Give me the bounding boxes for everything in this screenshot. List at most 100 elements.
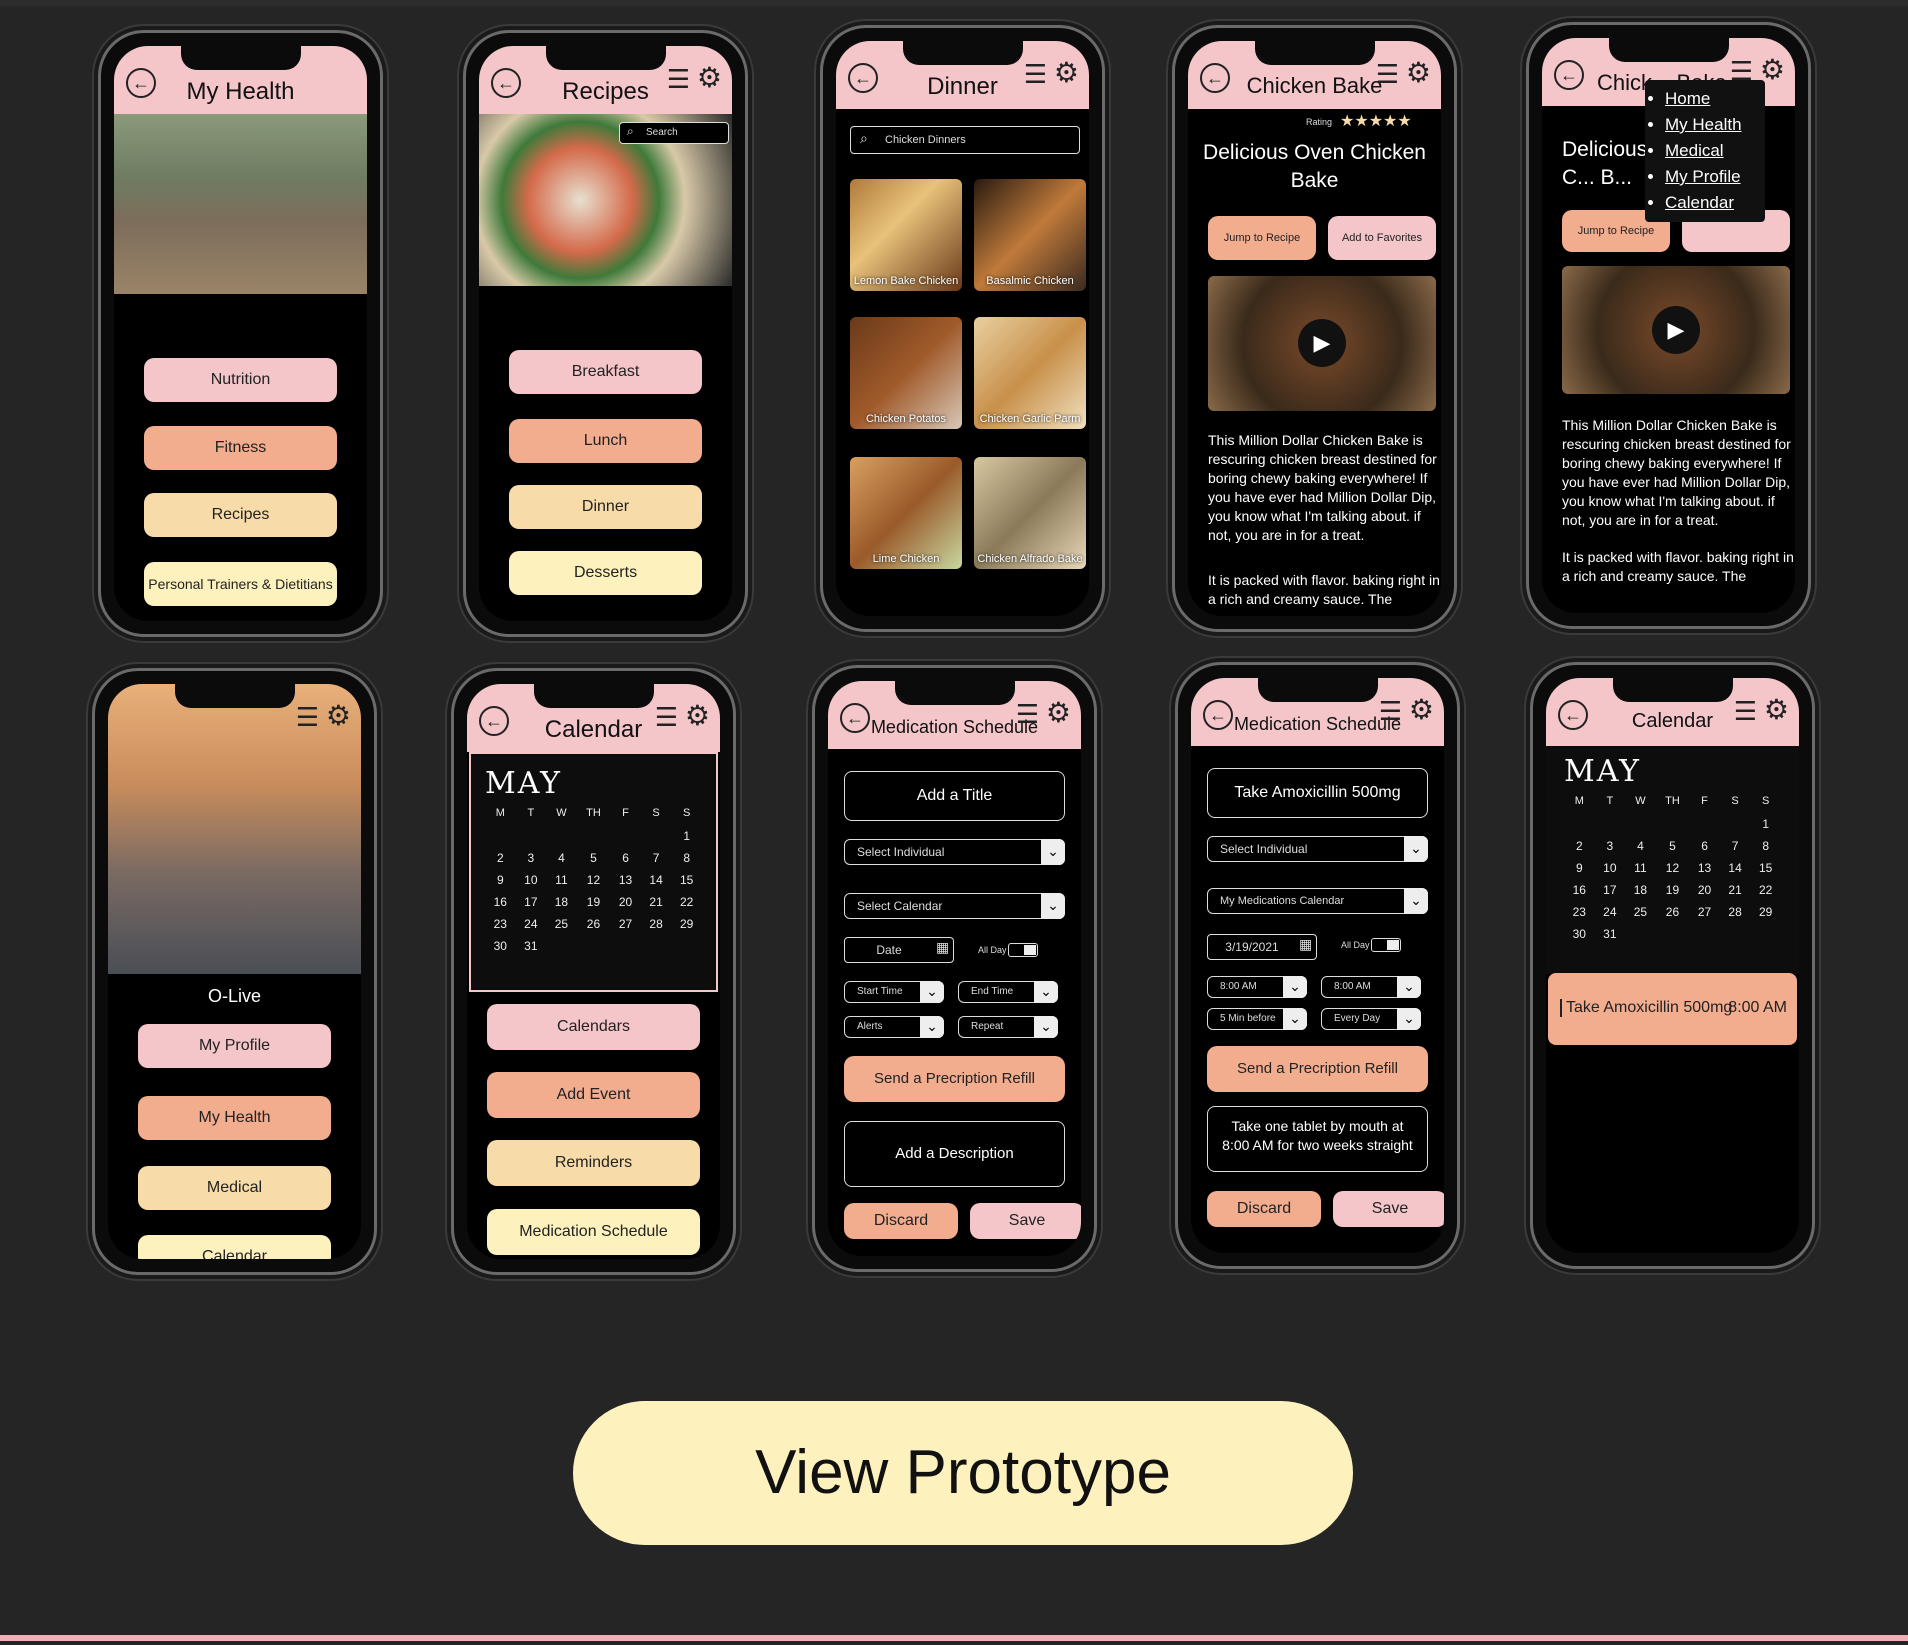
calendar-icon[interactable]: ▦ [936, 939, 949, 956]
nutrition-button[interactable]: Nutrition [144, 358, 337, 402]
send-refill-button[interactable]: Send a Precription Refill [844, 1056, 1065, 1102]
calendar-day[interactable]: 20 [610, 891, 641, 913]
calendar-day[interactable]: 13 [1689, 857, 1720, 879]
calendars-button[interactable]: Calendars [487, 1004, 700, 1050]
calendar-day[interactable]: 22 [1750, 879, 1781, 901]
description-input[interactable]: Take one tablet by mouth at 8:00 AM for … [1207, 1106, 1428, 1172]
calendar-day[interactable]: 27 [1689, 901, 1720, 923]
calendar-day[interactable]: 19 [1656, 879, 1690, 901]
calendar-day[interactable]: 6 [610, 847, 641, 869]
gear-icon[interactable]: ⚙ [1409, 696, 1434, 724]
calendar-day[interactable]: 21 [1720, 879, 1751, 901]
calendar-day[interactable] [1689, 813, 1720, 835]
hamburger-menu-icon[interactable]: ☰ [655, 704, 678, 730]
calendar-day[interactable]: 11 [546, 869, 577, 891]
gear-icon[interactable]: ⚙ [1046, 699, 1071, 727]
calendar-day[interactable] [1689, 923, 1720, 945]
calendar-day[interactable]: 31 [1595, 923, 1626, 945]
calendar-day[interactable] [610, 825, 641, 847]
calendar-day[interactable] [485, 825, 516, 847]
calendar-day[interactable]: 31 [516, 935, 547, 957]
description-input[interactable]: Add a Description [844, 1121, 1065, 1187]
calendar-day[interactable]: 12 [1656, 857, 1690, 879]
medication-schedule-button[interactable]: Medication Schedule [487, 1209, 700, 1255]
hamburger-menu-icon[interactable]: ☰ [1016, 701, 1039, 727]
calendar-day[interactable] [1595, 813, 1626, 835]
calendar-button[interactable]: Calendar [138, 1235, 331, 1259]
title-input[interactable]: Add a Title [844, 771, 1065, 821]
hamburger-menu-icon[interactable]: ☰ [1379, 698, 1402, 724]
calendar-day[interactable] [1720, 813, 1751, 835]
menu-item-calendar[interactable]: Calendar [1665, 190, 1759, 216]
calendar-day[interactable]: 15 [1750, 857, 1781, 879]
back-icon[interactable]: ← [1554, 60, 1584, 90]
save-button[interactable]: Save [970, 1203, 1081, 1239]
gear-icon[interactable]: ⚙ [1764, 696, 1789, 724]
repeat-select[interactable]: Every Day ⌄ [1321, 1008, 1421, 1030]
calendar-day[interactable]: 30 [1564, 923, 1595, 945]
gear-icon[interactable]: ⚙ [1406, 59, 1431, 87]
lunch-button[interactable]: Lunch [509, 419, 702, 463]
calendar-day[interactable] [1625, 813, 1656, 835]
add-favorites-button[interactable]: Add to Favorites [1328, 216, 1436, 260]
calendar-day[interactable]: 9 [1564, 857, 1595, 879]
calendar-day[interactable]: 9 [485, 869, 516, 891]
my-profile-button[interactable]: My Profile [138, 1024, 331, 1068]
recipe-card[interactable]: Lime Chicken [850, 457, 962, 569]
calendar-day[interactable]: 29 [671, 913, 702, 935]
calendar-day[interactable] [1750, 923, 1781, 945]
hamburger-menu-icon[interactable]: ☰ [1024, 61, 1047, 87]
calendar-day[interactable] [1720, 923, 1751, 945]
calendar-day[interactable] [516, 825, 547, 847]
all-day-toggle[interactable] [1008, 943, 1038, 957]
search-input[interactable]: Chicken Dinners [850, 126, 1080, 154]
calendar-day[interactable]: 25 [1625, 901, 1656, 923]
menu-item-my-profile[interactable]: My Profile [1665, 164, 1759, 190]
calendar-day[interactable]: 2 [1564, 835, 1595, 857]
calendar-select[interactable]: My Medications Calendar ⌄ [1207, 888, 1428, 914]
calendar-day[interactable]: 10 [516, 869, 547, 891]
calendar-day[interactable]: 3 [516, 847, 547, 869]
calendar-day[interactable]: 16 [485, 891, 516, 913]
alerts-select[interactable]: 5 Min before ⌄ [1207, 1008, 1307, 1030]
calendar-day[interactable]: 19 [577, 891, 611, 913]
calendar-day[interactable]: 16 [1564, 879, 1595, 901]
breakfast-button[interactable]: Breakfast [509, 350, 702, 394]
gear-icon[interactable]: ⚙ [1054, 59, 1079, 87]
calendar-day[interactable] [1625, 923, 1656, 945]
calendar-day[interactable]: 29 [1750, 901, 1781, 923]
calendar-day[interactable]: 8 [671, 847, 702, 869]
recipe-card[interactable]: Chicken Alfrado Bake [974, 457, 1086, 569]
calendar-day[interactable]: 26 [1656, 901, 1690, 923]
fitness-button[interactable]: Fitness [144, 426, 337, 470]
calendar-day[interactable]: 25 [546, 913, 577, 935]
reminders-button[interactable]: Reminders [487, 1140, 700, 1186]
recipes-button[interactable]: Recipes [144, 493, 337, 537]
calendar-day[interactable]: 23 [1564, 901, 1595, 923]
desserts-button[interactable]: Desserts [509, 551, 702, 595]
discard-button[interactable]: Discard [844, 1203, 958, 1239]
calendar-day[interactable]: 10 [1595, 857, 1626, 879]
hamburger-menu-icon[interactable]: ☰ [296, 704, 319, 730]
calendar-day[interactable] [1656, 813, 1690, 835]
medical-button[interactable]: Medical [138, 1166, 331, 1210]
recipe-card[interactable]: Chicken Potatos [850, 317, 962, 429]
calendar-day[interactable]: 17 [516, 891, 547, 913]
menu-item-medical[interactable]: Medical [1665, 138, 1759, 164]
title-input[interactable]: Take Amoxicillin 500mg [1207, 768, 1428, 818]
calendar-day[interactable]: 18 [546, 891, 577, 913]
calendar-day[interactable]: 4 [1625, 835, 1656, 857]
menu-item-my-health[interactable]: My Health [1665, 112, 1759, 138]
calendar-day[interactable]: 24 [516, 913, 547, 935]
calendar-day[interactable]: 7 [1720, 835, 1751, 857]
discard-button[interactable]: Discard [1207, 1191, 1321, 1227]
individual-select[interactable]: Select Individual ⌄ [1207, 836, 1428, 862]
gear-icon[interactable]: ⚙ [326, 702, 351, 730]
end-time-select[interactable]: End Time ⌄ [958, 981, 1058, 1003]
my-health-button[interactable]: My Health [138, 1096, 331, 1140]
calendar-day[interactable]: 24 [1595, 901, 1626, 923]
calendar-day[interactable]: 13 [610, 869, 641, 891]
calendar-select[interactable]: Select Calendar ⌄ [844, 893, 1065, 919]
menu-item-home[interactable]: Home [1665, 86, 1759, 112]
hamburger-menu-icon[interactable]: ☰ [1734, 698, 1757, 724]
